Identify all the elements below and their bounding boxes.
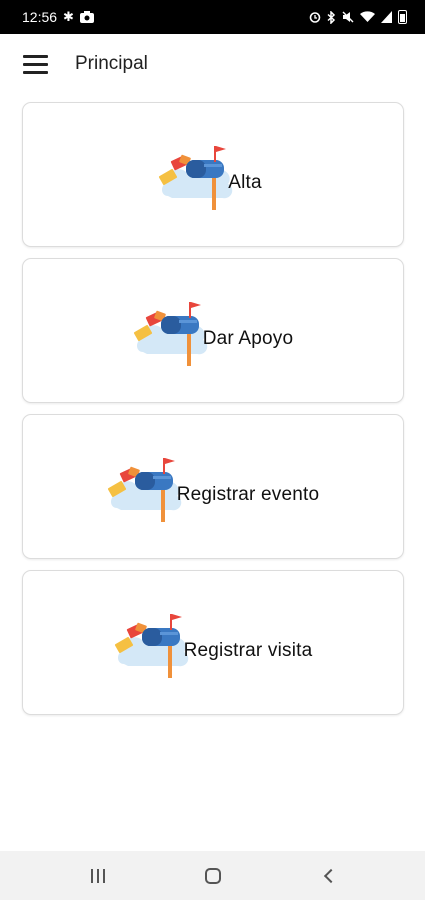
back-button[interactable] <box>308 856 348 896</box>
recents-button[interactable] <box>78 856 118 896</box>
mailbox-icon <box>114 606 194 680</box>
mailbox-icon <box>133 294 213 368</box>
card-label: Registrar evento <box>176 483 320 505</box>
status-bar: 12:56 ✱ <box>0 0 425 34</box>
card-label: Dar Apoyo <box>202 327 294 349</box>
home-icon <box>204 867 221 884</box>
page-title: Principal <box>75 53 148 74</box>
system-nav-bar <box>0 851 425 900</box>
status-time: 12:56 <box>22 9 58 25</box>
wifi-icon <box>360 11 375 22</box>
status-left: 12:56 ✱ <box>22 9 94 25</box>
alarm-icon <box>309 12 321 23</box>
asterisk-icon: ✱ <box>63 9 74 24</box>
mailbox-icon <box>158 138 238 212</box>
signal-icon <box>381 11 392 23</box>
card-label: Registrar visita <box>183 639 313 661</box>
recents-icon <box>90 868 105 883</box>
mailbox-icon <box>107 450 187 524</box>
status-right <box>309 10 407 24</box>
bluetooth-icon <box>327 10 336 24</box>
home-button[interactable] <box>193 856 233 896</box>
camera-icon <box>79 11 94 23</box>
card-registrar-evento[interactable]: Registrar evento <box>22 414 404 559</box>
battery-icon <box>398 10 407 24</box>
card-label: Alta <box>228 171 262 193</box>
menu-cards-list: Alta Dar Apoyo Registrar evento Registra… <box>22 102 404 726</box>
app-bar: Principal <box>0 34 425 94</box>
back-icon <box>323 868 338 883</box>
card-registrar-visita[interactable]: Registrar visita <box>22 570 404 715</box>
card-dar-apoyo[interactable]: Dar Apoyo <box>22 258 404 403</box>
mute-icon <box>342 11 354 23</box>
hamburger-menu-icon[interactable] <box>23 54 48 74</box>
card-alta[interactable]: Alta <box>22 102 404 247</box>
